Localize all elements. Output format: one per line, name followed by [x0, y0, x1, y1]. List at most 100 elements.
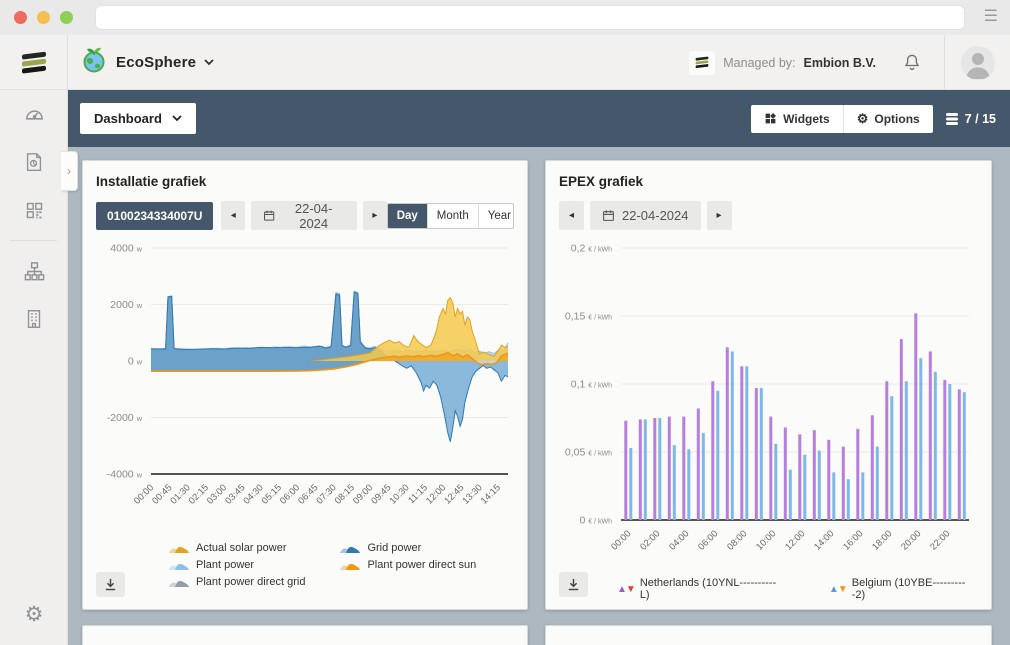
- ecosphere-logo-icon: [80, 46, 108, 79]
- dashboard-selector-button[interactable]: Dashboard: [80, 103, 196, 134]
- svg-text:0,1 € / kWh: 0,1 € / kWh: [571, 379, 612, 391]
- svg-text:22:00: 22:00: [928, 528, 952, 552]
- managed-by-value: Embion B.V.: [804, 56, 876, 70]
- svg-text:16:00: 16:00: [841, 528, 865, 552]
- sidebar-item-widgets[interactable]: [0, 186, 68, 234]
- tab-year[interactable]: Year: [478, 204, 514, 228]
- widget-card-partial: [82, 625, 528, 645]
- legend-item: Actual solar power: [168, 539, 305, 556]
- widgets-button[interactable]: Widgets: [751, 105, 843, 133]
- dashboard-toolbar: Dashboard Widgets ⚙ Options 7 / 15: [68, 90, 1010, 147]
- svg-text:06:00: 06:00: [696, 528, 720, 552]
- svg-text:10:00: 10:00: [754, 528, 778, 552]
- embion-logo-bars: [22, 51, 46, 73]
- download-icon: [103, 577, 118, 592]
- card-title: Installatie grafiek: [96, 174, 514, 189]
- legend-item: ▲▼ Belgium (10YBE----------2): [829, 577, 978, 601]
- epex-chart: 0,2 € / kWh 0,15 € / kWh 0,1 € / kWh 0,05 €…: [559, 236, 979, 566]
- triangle-markers-icon: ▲▼: [617, 584, 635, 595]
- card-title: EPEX grafiek: [559, 174, 978, 189]
- svg-text:10:30: 10:30: [387, 482, 411, 506]
- date-picker-button[interactable]: 22-04-2024: [590, 201, 701, 230]
- svg-text:12:00: 12:00: [424, 482, 448, 506]
- widgets-grid-icon: [24, 200, 45, 221]
- notifications-bell-icon[interactable]: [902, 52, 922, 73]
- widget-card-partial: [545, 625, 992, 645]
- date-value: 22-04-2024: [622, 208, 689, 223]
- options-button[interactable]: ⚙ Options: [843, 105, 933, 133]
- date-picker-button[interactable]: 22-04-2024: [251, 201, 357, 230]
- previous-date-button[interactable]: ◂: [221, 201, 245, 230]
- area-swatch-icon: [168, 541, 190, 554]
- legend-item: Grid power: [339, 539, 476, 556]
- svg-text:14:15: 14:15: [479, 482, 503, 506]
- sidebar-item-reports[interactable]: [0, 138, 68, 186]
- download-button[interactable]: [559, 572, 588, 597]
- svg-text:08:00: 08:00: [725, 528, 749, 552]
- serial-number-badge[interactable]: 0100234334007U: [96, 202, 213, 230]
- legend-item: ▲▼ Netherlands (10YNL----------L): [617, 577, 785, 601]
- svg-text:0 w: 0 w: [128, 356, 143, 368]
- user-menu[interactable]: [944, 35, 1010, 90]
- installatie-legend: Actual solar power Plant power Plant pow…: [168, 539, 514, 590]
- epex-legend: ▲▼ Netherlands (10YNL----------L) ▲▼ Bel…: [617, 577, 978, 601]
- close-window-button[interactable]: [14, 11, 27, 24]
- widgets-button-label: Widgets: [783, 112, 830, 126]
- svg-text:00:00: 00:00: [132, 482, 156, 506]
- sidebar-item-dashboard[interactable]: [0, 90, 68, 138]
- area-swatch-icon: [339, 541, 361, 554]
- calendar-icon: [602, 209, 615, 222]
- minimize-window-button[interactable]: [37, 11, 50, 24]
- browser-chrome: ☰: [0, 0, 1010, 35]
- area-swatch-icon: [168, 558, 190, 571]
- embion-logo[interactable]: [0, 35, 68, 90]
- brand[interactable]: EcoSphere: [80, 35, 214, 90]
- brand-name: EcoSphere: [116, 54, 196, 71]
- legend-item: Plant power direct sun: [339, 556, 476, 573]
- widget-count-value: 7 / 15: [965, 112, 996, 126]
- previous-date-button[interactable]: ◂: [559, 201, 584, 230]
- svg-text:06:45: 06:45: [296, 482, 320, 506]
- svg-text:01:30: 01:30: [168, 482, 192, 506]
- sidebar-item-installations[interactable]: [0, 247, 68, 295]
- tab-month[interactable]: Month: [427, 204, 478, 228]
- range-tabs: Day Month Year: [387, 203, 514, 229]
- svg-text:12:45: 12:45: [442, 482, 466, 506]
- svg-text:05:15: 05:15: [260, 482, 284, 506]
- avatar: [961, 46, 995, 80]
- tab-day[interactable]: Day: [388, 204, 427, 228]
- legend-item: Plant power: [168, 556, 305, 573]
- svg-text:0,05 € / kWh: 0,05 € / kWh: [565, 447, 612, 459]
- svg-text:13:30: 13:30: [460, 482, 484, 506]
- svg-text:09:00: 09:00: [351, 482, 375, 506]
- svg-text:00:45: 00:45: [150, 482, 174, 506]
- url-bar[interactable]: [95, 5, 965, 30]
- svg-text:0,15 € / kWh: 0,15 € / kWh: [565, 311, 612, 323]
- svg-text:03:45: 03:45: [223, 482, 247, 506]
- svg-text:14:00: 14:00: [812, 528, 836, 552]
- area-swatch-icon: [339, 558, 361, 571]
- svg-text:0,2 € / kWh: 0,2 € / kWh: [571, 243, 612, 255]
- svg-text:00:00: 00:00: [609, 528, 633, 552]
- building-icon: [23, 308, 45, 330]
- maximize-window-button[interactable]: [60, 11, 73, 24]
- widgets-icon: [764, 112, 777, 125]
- triangle-markers-icon: ▲▼: [829, 584, 847, 595]
- dashboard-content: Installatie grafiek 0100234334007U ◂ 22-…: [68, 147, 1010, 645]
- gear-icon: ⚙: [857, 112, 869, 125]
- next-date-button[interactable]: ▸: [707, 201, 732, 230]
- browser-menu-icon[interactable]: ☰: [984, 8, 998, 26]
- svg-text:-4000 w: -4000 w: [107, 469, 143, 481]
- sidebar-item-settings[interactable]: ⚙: [0, 602, 68, 627]
- widget-card-epex-grafiek: EPEX grafiek ◂ 22-04-2024 ▸ 0,2 € / kWh0…: [545, 160, 992, 610]
- download-button[interactable]: [96, 572, 125, 597]
- managed-by-label: Managed by:: [723, 56, 795, 70]
- sidebar-expander[interactable]: ›: [61, 151, 78, 191]
- embion-mini-logo-icon: [689, 51, 715, 75]
- managed-by: Managed by: Embion B.V.: [689, 51, 876, 75]
- svg-text:08:15: 08:15: [333, 482, 357, 506]
- next-date-button[interactable]: ▸: [363, 201, 387, 230]
- sidebar-item-buildings[interactable]: [0, 295, 68, 343]
- calendar-icon: [263, 209, 275, 222]
- svg-text:02:15: 02:15: [187, 482, 211, 506]
